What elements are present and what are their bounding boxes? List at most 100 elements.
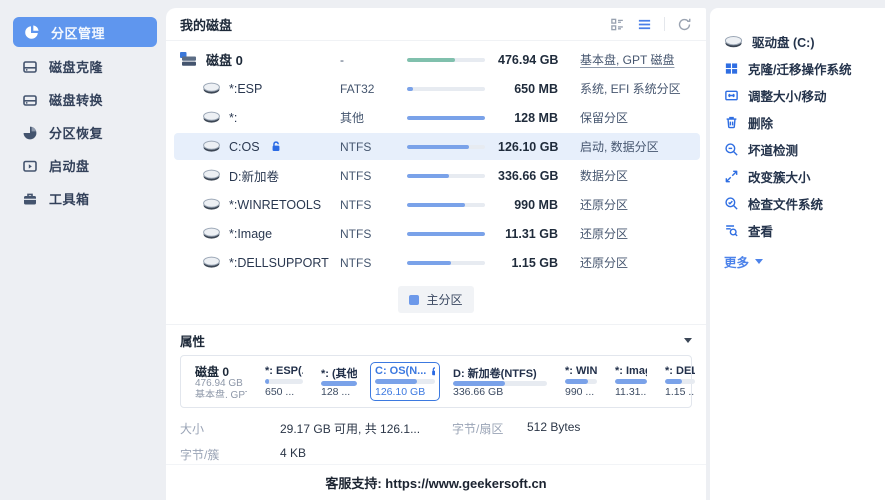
- type-cell: 系统, EFI 系统分区: [580, 80, 681, 97]
- pie-chart-icon: [24, 24, 40, 40]
- sidebar-item-boot-disk[interactable]: 启动盘: [0, 149, 166, 182]
- size-cell: 990 MB: [498, 198, 558, 212]
- usage-bar: [407, 261, 485, 265]
- type-cell: 还原分区: [580, 225, 628, 242]
- partition-name: *:: [229, 111, 237, 125]
- action-resize-move[interactable]: 调整大小/移动: [724, 82, 885, 109]
- disk-map-block-image[interactable]: *: Imag... 11.31...: [610, 362, 652, 401]
- sidebar-item-disk-clone[interactable]: 磁盘克隆: [0, 50, 166, 83]
- usage-bar: [407, 145, 485, 149]
- action-check-filesystem[interactable]: 检查文件系统: [724, 190, 885, 217]
- type-cell: 还原分区: [580, 254, 628, 271]
- disk-convert-icon: [22, 92, 38, 108]
- collapse-caret-icon[interactable]: [684, 338, 692, 343]
- unlock-icon: [270, 140, 282, 153]
- partition-disk-icon: [202, 256, 221, 269]
- sidebar-item-label: 工具箱: [49, 189, 90, 208]
- properties-title: 属性: [180, 331, 205, 350]
- disk-table: 磁盘 0 - 476.94 GB 基本盘, GPT 磁盘 *:ESP FAT32…: [166, 41, 706, 277]
- partition-disk-icon: [202, 140, 221, 153]
- bad-sector-scan-icon: [724, 142, 739, 157]
- property-details: 大小 29.17 GB 可用, 共 126.1... 字节/扇区 512 Byt…: [166, 408, 706, 463]
- filesystem-cell: -: [340, 53, 407, 67]
- properties-section: 属性 磁盘 0 476.94 GB 基本盘, GPT ... *: ESP(..…: [166, 324, 706, 408]
- action-clone-os[interactable]: 克隆/迁移操作系统: [724, 55, 885, 82]
- filesystem-cell: 其他: [340, 109, 407, 126]
- action-bad-sector-scan[interactable]: 坏道检测: [724, 136, 885, 163]
- action-delete[interactable]: 删除: [724, 109, 885, 136]
- sidebar-item-label: 分区恢复: [49, 123, 103, 142]
- usage-bar: [407, 174, 485, 178]
- disk-map-block-disk0[interactable]: 磁盘 0 476.94 GB 基本盘, GPT ...: [190, 362, 252, 401]
- trash-icon: [724, 115, 739, 130]
- refresh-icon[interactable]: [677, 17, 692, 32]
- sidebar-item-label: 分区管理: [51, 23, 105, 42]
- disk-name: 磁盘 0: [206, 50, 243, 69]
- partition-disk-icon: [202, 169, 221, 182]
- partition-recovery-icon: [22, 125, 38, 141]
- table-row-image[interactable]: *:Image NTFS 11.31 GB 还原分区: [166, 219, 706, 248]
- bytes-per-sector-label: 字节/扇区: [452, 420, 527, 437]
- table-row-dellsupport[interactable]: *:DELLSUPPORT NTFS 1.15 GB 还原分区: [166, 248, 706, 277]
- disk-map-block-esp[interactable]: *: ESP(... 650 ...: [260, 362, 308, 401]
- type-cell: 基本盘, GPT 磁盘: [580, 51, 674, 68]
- bytes-per-cluster-label: 字节/簇: [180, 446, 280, 463]
- partition-name: D:新加卷: [229, 166, 279, 185]
- sidebar-item-disk-convert[interactable]: 磁盘转换: [0, 83, 166, 116]
- table-row-reserved[interactable]: *: 其他 128 MB 保留分区: [166, 103, 706, 132]
- action-drive-c[interactable]: 驱动盘 (C:): [724, 28, 885, 55]
- legend-primary-partition: 主分区: [398, 286, 473, 313]
- partition-name: *:WINRETOOLS: [229, 198, 321, 212]
- sidebar-item-partition-recovery[interactable]: 分区恢复: [0, 116, 166, 149]
- disk-map-block-c-os-selected[interactable]: C: OS(N... 126.10 GB: [370, 362, 440, 401]
- sidebar-item-toolbox[interactable]: 工具箱: [0, 182, 166, 215]
- type-cell: 数据分区: [580, 167, 628, 184]
- table-row-d-volume[interactable]: D:新加卷 NTFS 336.66 GB 数据分区: [166, 161, 706, 190]
- check-filesystem-icon: [724, 196, 739, 211]
- left-sidebar: 分区管理 磁盘克隆 磁盘转换 分区恢复 启动盘 工具箱: [0, 0, 166, 500]
- unlock-icon: [430, 366, 435, 377]
- support-footer: 客服支持: https://www.geekersoft.cn: [166, 464, 706, 500]
- table-row-winretools[interactable]: *:WINRETOOLS NTFS 990 MB 还原分区: [166, 190, 706, 219]
- filesystem-cell: NTFS: [340, 256, 407, 270]
- partition-disk-icon: [202, 111, 221, 124]
- type-cell: 启动, 数据分区: [580, 138, 659, 155]
- filesystem-cell: FAT32: [340, 82, 407, 96]
- resize-move-icon: [724, 88, 739, 103]
- disk-clone-icon: [22, 59, 38, 75]
- grid-view-icon[interactable]: [610, 17, 625, 32]
- partition-name: *:ESP: [229, 82, 262, 96]
- filesystem-cell: NTFS: [340, 227, 407, 241]
- view-icon: [724, 223, 739, 238]
- table-row-esp[interactable]: *:ESP FAT32 650 MB 系统, EFI 系统分区: [166, 74, 706, 103]
- size-label: 大小: [180, 420, 280, 437]
- page-title: 我的磁盘: [180, 15, 232, 34]
- action-view[interactable]: 查看: [724, 217, 885, 244]
- size-value: 29.17 GB 可用, 共 126.1...: [280, 420, 452, 437]
- bytes-per-sector-value: 512 Bytes: [527, 420, 580, 437]
- more-actions[interactable]: 更多: [724, 252, 885, 271]
- table-row-c-os-selected[interactable]: C:OS NTFS 126.10 GB 启动, 数据分区: [166, 132, 706, 161]
- size-cell: 1.15 GB: [498, 256, 558, 270]
- chevron-down-icon: [755, 259, 763, 264]
- sidebar-item-label: 启动盘: [49, 156, 90, 175]
- table-row-disk0[interactable]: 磁盘 0 - 476.94 GB 基本盘, GPT 磁盘: [166, 45, 706, 74]
- disk-map-block-dell[interactable]: *: DEL... 1.15 ...: [660, 362, 700, 401]
- change-cluster-size-icon: [724, 169, 739, 184]
- main-panel: 我的磁盘 磁盘 0 - 476.94 GB 基本盘, GPT 磁盘 *:ESP …: [166, 8, 706, 500]
- disk-drive-icon: [180, 52, 198, 67]
- drive-disk-icon: [724, 35, 743, 49]
- size-cell: 336.66 GB: [498, 169, 558, 183]
- disk-map-block-d[interactable]: D: 新加卷(NTFS) 336.66 GB: [448, 362, 552, 401]
- disk-map-block-win[interactable]: *: WIN... 990 ...: [560, 362, 602, 401]
- sidebar-item-partition-manage[interactable]: 分区管理: [13, 17, 157, 47]
- disk-map-block-other[interactable]: *: (其他) 128 ...: [316, 362, 362, 401]
- filesystem-cell: NTFS: [340, 140, 407, 154]
- list-view-icon[interactable]: [637, 17, 652, 32]
- sidebar-item-label: 磁盘转换: [49, 90, 103, 109]
- partition-name: *:DELLSUPPORT: [229, 256, 329, 270]
- usage-bar: [407, 232, 485, 236]
- usage-bar: [407, 203, 485, 207]
- legend-color-square: [409, 295, 419, 305]
- action-change-cluster-size[interactable]: 改变簇大小: [724, 163, 885, 190]
